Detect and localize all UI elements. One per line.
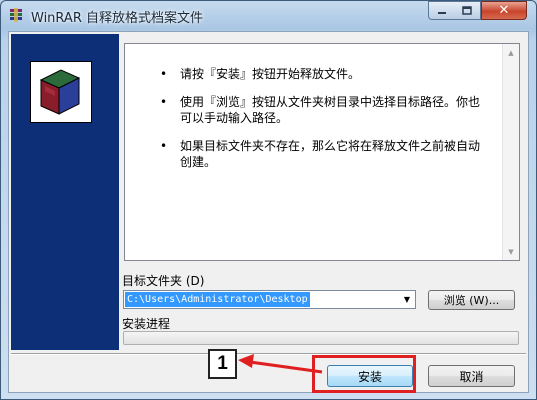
close-icon: ✕ <box>498 3 510 18</box>
bullet-icon: • <box>160 95 168 109</box>
winrar-app-icon <box>10 8 22 22</box>
install-progress-bar <box>123 331 519 345</box>
maximize-icon <box>462 6 472 15</box>
scroll-down-icon[interactable]: ▼ <box>503 243 519 260</box>
cancel-button[interactable]: 取消 <box>428 365 515 387</box>
title-bar[interactable]: WinRAR 自释放格式档案文件 ✕ <box>1 1 536 31</box>
scroll-up-icon[interactable]: ▲ <box>503 44 519 61</box>
minimize-icon <box>437 11 446 14</box>
vertical-scrollbar[interactable]: ▲ ▼ <box>502 44 519 260</box>
instructions-list: • 请按『安装』按钮开始释放文件。 • 使用『浏览』按钮从文件夹树目录中选择目标… <box>160 66 490 182</box>
close-button[interactable]: ✕ <box>481 1 527 20</box>
instruction-text: 请按『安装』按钮开始释放文件。 <box>180 67 361 81</box>
step-number-badge: 1 <box>208 349 237 379</box>
destination-folder-label: 目标文件夹 (D) <box>122 274 205 288</box>
instructions-panel: • 请按『安装』按钮开始释放文件。 • 使用『浏览』按钮从文件夹树目录中选择目标… <box>124 43 520 261</box>
sidebar-banner <box>11 34 119 350</box>
instruction-text: 使用『浏览』按钮从文件夹树目录中选择目标路径。你也可以手动输入路径。 <box>180 95 481 125</box>
destination-path-value[interactable]: C:\Users\Administrator\Desktop <box>125 292 310 307</box>
browse-button[interactable]: 浏览 (W)... <box>428 290 515 310</box>
archive-box-icon <box>39 69 81 115</box>
progress-label: 安装进程 <box>122 317 171 331</box>
winrar-sfx-window: WinRAR 自释放格式档案文件 ✕ • 请按『安装』按钮开始释放文件。 • 使… <box>0 0 537 400</box>
minimize-button[interactable] <box>428 1 455 20</box>
instruction-item: • 使用『浏览』按钮从文件夹树目录中选择目标路径。你也可以手动输入路径。 <box>160 94 490 126</box>
instruction-item: • 如果目标文件夹不存在，那么它将在释放文件之前被自动创建。 <box>160 138 490 170</box>
pointer-arrow-icon <box>238 354 323 374</box>
bullet-icon: • <box>160 139 168 153</box>
winrar-logo <box>30 61 92 123</box>
maximize-button[interactable] <box>454 1 481 20</box>
window-title: WinRAR 自释放格式档案文件 <box>31 11 203 26</box>
dialog-client-area: • 请按『安装』按钮开始释放文件。 • 使用『浏览』按钮从文件夹树目录中选择目标… <box>8 31 529 393</box>
install-button-highlight <box>312 355 416 393</box>
destination-path-combobox[interactable]: C:\Users\Administrator\Desktop ▼ <box>123 290 416 309</box>
instruction-item: • 请按『安装』按钮开始释放文件。 <box>160 66 490 82</box>
bullet-icon: • <box>160 67 168 81</box>
chevron-down-icon[interactable]: ▼ <box>399 291 415 308</box>
instruction-text: 如果目标文件夹不存在，那么它将在释放文件之前被自动创建。 <box>180 139 481 169</box>
